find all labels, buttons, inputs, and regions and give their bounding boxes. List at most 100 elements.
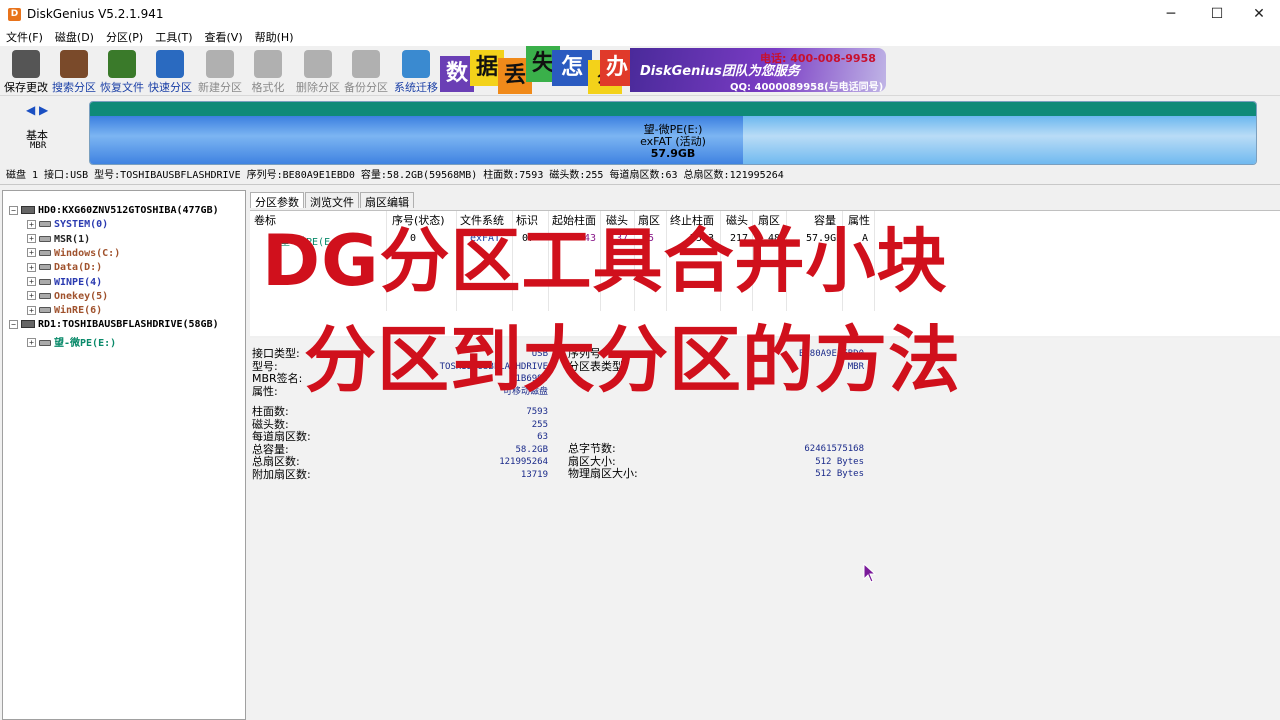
disk-tree: − HD0:KXG60ZNV512GTOSHIBA(477GB) + SYSTEM(0… xyxy=(2,190,246,720)
toolbar-label: 系统迁移 xyxy=(394,81,438,94)
toolbar-icon xyxy=(402,50,430,78)
toolbar-icon xyxy=(156,50,184,78)
expand-icon[interactable]: + xyxy=(27,277,36,286)
menu-partition[interactable]: 分区(P) xyxy=(106,29,143,45)
partition-icon xyxy=(39,278,51,285)
tree-partition-node[interactable]: + WINPE(4) xyxy=(27,277,102,291)
toolbar-label: 新建分区 xyxy=(198,81,242,94)
tree-partition-node[interactable]: + Onekey(5) xyxy=(27,291,108,305)
tree-node-label: Windows(C:) xyxy=(54,247,121,259)
partition-bar-header xyxy=(90,102,1256,116)
detail-label: 总扇区数: xyxy=(252,455,300,468)
partition-icon xyxy=(39,339,51,346)
tree-node-label: SYSTEM(0) xyxy=(54,219,109,231)
tree-node-label: MSR(1) xyxy=(54,233,91,245)
collapse-icon[interactable]: − xyxy=(9,205,18,215)
disk-nav-arrows[interactable]: ◀ ▶ xyxy=(26,103,48,117)
menu-help[interactable]: 帮助(H) xyxy=(255,29,294,45)
toolbar-button[interactable]: 格式化 xyxy=(244,48,292,95)
detail-value: 255 xyxy=(531,419,548,430)
tree-node-label: 望-微PE(E:) xyxy=(54,337,117,349)
detail-value: 512 Bytes xyxy=(815,469,864,479)
partition-icon xyxy=(39,249,51,256)
detail-label: 总字节数: xyxy=(568,442,616,455)
detail-value: 7593 xyxy=(526,407,548,417)
toolbar-icon xyxy=(304,50,332,78)
detail-value: 13719 xyxy=(520,469,548,480)
tab-browse-files[interactable]: 浏览文件 xyxy=(305,192,359,209)
mouse-cursor-icon xyxy=(863,563,877,583)
detail-label: 磁头数: xyxy=(252,417,289,431)
toolbar-label: 保存更改 xyxy=(4,81,48,94)
close-button[interactable]: ✕ xyxy=(1236,0,1280,28)
minimize-button[interactable]: ─ xyxy=(1148,0,1194,28)
partition-size: 57.9GB xyxy=(650,147,696,160)
detail-value: 121995264 xyxy=(499,457,548,467)
toolbar-icon xyxy=(12,50,40,78)
expand-icon[interactable]: + xyxy=(27,248,36,258)
partition-icon xyxy=(39,307,51,314)
detail-label: 型号: xyxy=(252,359,278,373)
title-bar: D DiskGenius V5.2.1.941 ─ ☐ ✕ xyxy=(0,0,1280,28)
app-icon: D xyxy=(8,7,21,21)
menu-disk[interactable]: 磁盘(D) xyxy=(55,29,94,45)
toolbar-label: 快速分区 xyxy=(148,81,192,94)
banner-char: 办 xyxy=(600,50,634,86)
tree-disk-node[interactable]: − RD1:TOSHIBAUSBFLASHDRIVE(58GB) xyxy=(9,319,219,333)
tree-node-label: Onekey(5) xyxy=(54,290,109,302)
tree-node-label: Data(D:) xyxy=(54,262,103,274)
toolbar-label: 搜索分区 xyxy=(52,81,96,94)
tree-partition-node[interactable]: + SYSTEM(0) xyxy=(27,219,108,233)
toolbar-button[interactable]: 新建分区 xyxy=(196,48,244,95)
toolbar-button[interactable]: 恢复文件 xyxy=(98,48,146,95)
ad-banner[interactable]: 数 据 丢 失 怎 么 办 DiskGenius团队为您服务 电话: 400-0… xyxy=(440,46,886,94)
banner-char: 怎 xyxy=(552,50,592,86)
disk-style-label: MBR xyxy=(30,141,47,151)
toolbar-button[interactable]: 快速分区 xyxy=(146,48,194,95)
detail-label: 附加扇区数: xyxy=(252,467,311,481)
disk-icon xyxy=(21,320,35,329)
expand-icon[interactable]: + xyxy=(27,219,36,229)
tab-sector-edit[interactable]: 扇区编辑 xyxy=(360,192,414,209)
partition-bar-text: 望-微PE(E:) exFAT (活动) 57.9GB xyxy=(90,124,1256,160)
menu-view[interactable]: 查看(V) xyxy=(205,29,243,45)
tree-partition-node[interactable]: + WinRE(6) xyxy=(27,305,102,319)
expand-icon[interactable]: + xyxy=(27,291,36,301)
expand-icon[interactable]: + xyxy=(27,234,36,244)
toolbar-button[interactable]: 保存更改 xyxy=(2,48,50,95)
partition-bar[interactable]: 望-微PE(E:) exFAT (活动) 57.9GB xyxy=(89,101,1257,165)
toolbar-label: 恢复文件 xyxy=(100,81,144,94)
detail-label: 接口类型: xyxy=(252,347,300,360)
tree-partition-node[interactable]: + MSR(1) xyxy=(27,234,90,248)
tab-bar: 分区参数 浏览文件 扇区编辑 xyxy=(250,192,415,209)
toolbar-icon xyxy=(206,50,234,78)
tree-partition-node[interactable]: + Data(D:) xyxy=(27,262,102,276)
tree-node-label: WinRE(6) xyxy=(54,305,103,317)
tab-partition-params[interactable]: 分区参数 xyxy=(250,192,304,209)
disk-info-bar: 磁盘 1 接口:USB 型号:TOSHIBAUSBFLASHDRIVE 序列号:… xyxy=(0,167,1280,185)
toolbar-button[interactable]: 系统迁移 xyxy=(392,48,440,95)
detail-label: 每道扇区数: xyxy=(252,430,311,443)
menu-bar: 文件(F) 磁盘(D) 分区(P) 工具(T) 查看(V) 帮助(H) xyxy=(0,28,1280,46)
toolbar-button[interactable]: 搜索分区 xyxy=(50,48,98,95)
tree-partition-node[interactable]: + Windows(C:) xyxy=(27,248,120,262)
overlay-title-line1: DG分区工具合并小块 xyxy=(262,220,948,302)
expand-icon[interactable]: + xyxy=(27,338,36,348)
menu-file[interactable]: 文件(F) xyxy=(6,29,43,45)
expand-icon[interactable]: + xyxy=(27,305,36,315)
disk-map: ◀ ▶ 基本 MBR 望-微PE(E:) exFAT (活动) 57.9GB xyxy=(0,97,1280,167)
toolbar-label: 格式化 xyxy=(251,81,285,94)
menu-tools[interactable]: 工具(T) xyxy=(155,29,192,45)
detail-label: 柱面数: xyxy=(252,405,289,418)
detail-value: 62461575168 xyxy=(804,444,864,454)
toolbar-button[interactable]: 删除分区 xyxy=(294,48,342,95)
detail-label: 扇区大小: xyxy=(568,454,616,468)
partition-icon xyxy=(39,292,51,299)
tree-disk-node[interactable]: − HD0:KXG60ZNV512GTOSHIBA(477GB) xyxy=(9,205,219,219)
toolbar-button[interactable]: 备份分区 xyxy=(342,48,390,95)
expand-icon[interactable]: + xyxy=(27,262,36,272)
maximize-button[interactable]: ☐ xyxy=(1194,0,1240,28)
tree-partition-node[interactable]: + 望-微PE(E:) xyxy=(27,334,117,349)
tree-node-label: HD0:KXG60ZNV512GTOSHIBA(477GB) xyxy=(38,205,219,216)
collapse-icon[interactable]: − xyxy=(9,319,18,329)
